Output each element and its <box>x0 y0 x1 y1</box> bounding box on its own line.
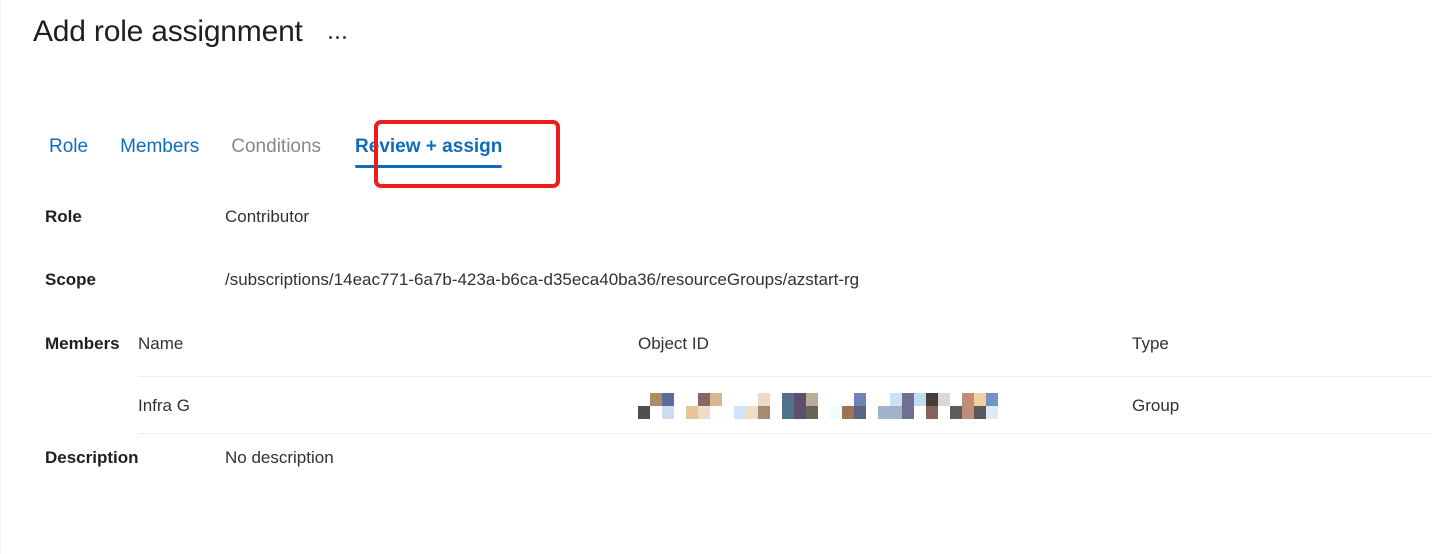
redaction-block <box>902 393 914 419</box>
column-header-type: Type <box>1132 334 1169 353</box>
summary-row-description: Description No description <box>1 434 1432 470</box>
tab-review-assign[interactable]: Review + assign <box>337 128 520 170</box>
redaction-block <box>698 393 710 419</box>
members-table: Name Object ID Type Infra G Group <box>138 332 1432 434</box>
cell-member-type: Group <box>1132 376 1432 434</box>
summary-row-members: Members Name Object ID Type Infra G Grou… <box>1 332 1432 434</box>
tab-role[interactable]: Role <box>33 128 104 170</box>
blade-header: Add role assignment <box>33 10 352 54</box>
description-value: No description <box>225 448 334 467</box>
cell-member-name: Infra G <box>138 376 638 434</box>
redaction-block <box>830 393 842 419</box>
redaction-block <box>686 393 698 419</box>
redaction-block <box>938 393 950 419</box>
redaction-chunk <box>878 393 998 419</box>
cell-member-object-id <box>638 376 1132 434</box>
tab-review-assign-label: Review + assign <box>355 136 503 157</box>
redaction-block <box>758 393 770 419</box>
redaction-chunk <box>686 393 722 419</box>
table-header-row: Name Object ID Type <box>138 332 1432 377</box>
redaction-block <box>986 393 998 419</box>
redaction-block <box>746 393 758 419</box>
redaction-block <box>650 393 662 419</box>
redaction-block <box>890 393 902 419</box>
column-header-object-id: Object ID <box>638 334 709 353</box>
tab-conditions[interactable]: Conditions <box>215 128 337 170</box>
redacted-object-id <box>638 393 1132 419</box>
redaction-chunk <box>782 393 818 419</box>
ellipsis-dot <box>335 35 339 39</box>
active-tab-underline <box>355 165 503 168</box>
redaction-chunk <box>734 393 770 419</box>
redaction-chunk <box>638 393 674 419</box>
redaction-chunk <box>830 393 866 419</box>
redaction-block <box>638 393 650 419</box>
redaction-block <box>842 393 854 419</box>
role-value: Contributor <box>225 207 310 226</box>
redaction-block <box>854 393 866 419</box>
column-header-name: Name <box>138 334 184 353</box>
members-label: Members <box>45 334 120 353</box>
redaction-block <box>806 393 818 419</box>
redaction-block <box>878 393 890 419</box>
redaction-block <box>782 393 794 419</box>
redaction-block <box>926 393 938 419</box>
page-title: Add role assignment <box>33 15 303 48</box>
tab-members[interactable]: Members <box>104 128 215 170</box>
ellipsis-dot <box>342 35 346 39</box>
redaction-block <box>710 393 722 419</box>
redaction-block <box>962 393 974 419</box>
role-label: Role <box>45 207 82 226</box>
redaction-block <box>914 393 926 419</box>
wizard-tabs: Role Members Conditions Review + assign <box>33 128 520 176</box>
ellipsis-icon[interactable] <box>323 32 352 43</box>
description-label: Description <box>45 448 139 467</box>
redaction-block <box>974 393 986 419</box>
scope-value: /subscriptions/14eac771-6a7b-423a-b6ca-d… <box>225 270 860 289</box>
blade-content: Add role assignment Role Members Conditi… <box>0 0 1432 554</box>
redaction-block <box>794 393 806 419</box>
table-row: Infra G Group <box>138 376 1432 434</box>
summary-row-role: Role Contributor <box>1 205 1432 268</box>
review-summary: Role Contributor Scope /subscriptions/14… <box>1 205 1432 470</box>
scope-label: Scope <box>45 270 97 289</box>
summary-row-scope: Scope /subscriptions/14eac771-6a7b-423a-… <box>1 268 1432 332</box>
redaction-block <box>950 393 962 419</box>
redaction-block <box>734 393 746 419</box>
redaction-block <box>662 393 674 419</box>
ellipsis-dot <box>328 35 332 39</box>
